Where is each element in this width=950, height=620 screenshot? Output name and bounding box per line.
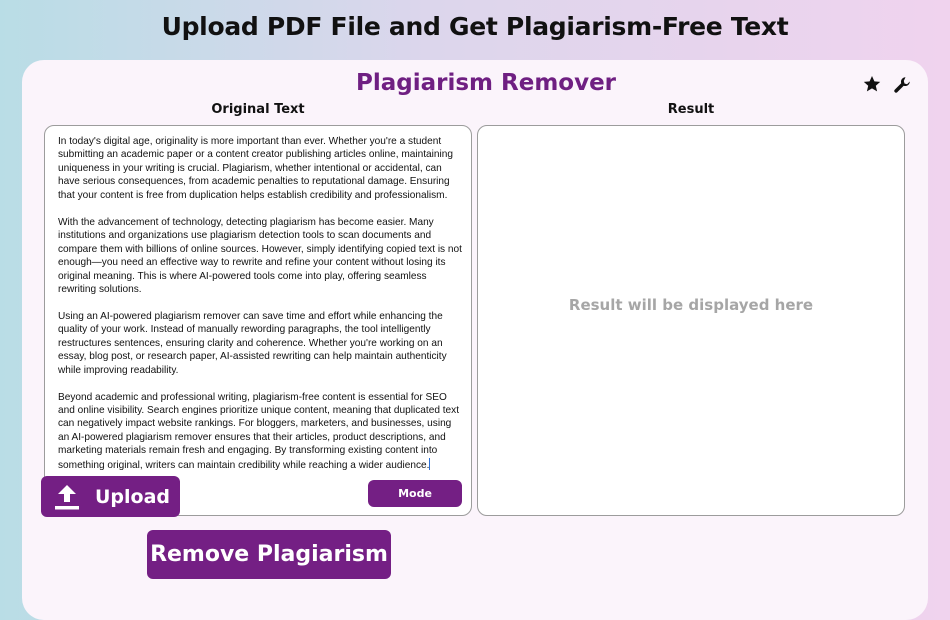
result-panel: Result will be displayed here: [477, 125, 905, 516]
result-placeholder: Result will be displayed here: [568, 296, 814, 314]
paragraph: Beyond academic and professional writing…: [58, 391, 462, 473]
star-icon[interactable]: [862, 74, 882, 94]
paragraph: Using an AI-powered plagiarism remover c…: [58, 310, 447, 376]
original-text-content[interactable]: In today's digital age, originality is m…: [58, 135, 462, 486]
mode-button[interactable]: Mode: [368, 480, 462, 507]
original-text-label: Original Text: [211, 102, 305, 117]
upload-icon: [55, 484, 79, 509]
upload-label: Upload: [95, 485, 171, 508]
app-title: Plagiarism Remover: [355, 70, 617, 96]
text-caret: [429, 457, 431, 470]
wrench-icon[interactable]: [892, 75, 912, 95]
result-label: Result: [667, 102, 715, 117]
page-headline: Upload PDF File and Get Plagiarism-Free …: [161, 12, 789, 41]
paragraph: In today's digital age, originality is m…: [58, 136, 454, 201]
upload-button[interactable]: Upload: [41, 476, 180, 517]
paragraph-text: Beyond academic and professional writing…: [58, 391, 460, 471]
original-text-editor[interactable]: In today's digital age, originality is m…: [44, 125, 472, 516]
paragraph: With the advancement of technology, dete…: [58, 216, 462, 295]
remove-plagiarism-button[interactable]: Remove Plagiarism: [147, 530, 391, 579]
